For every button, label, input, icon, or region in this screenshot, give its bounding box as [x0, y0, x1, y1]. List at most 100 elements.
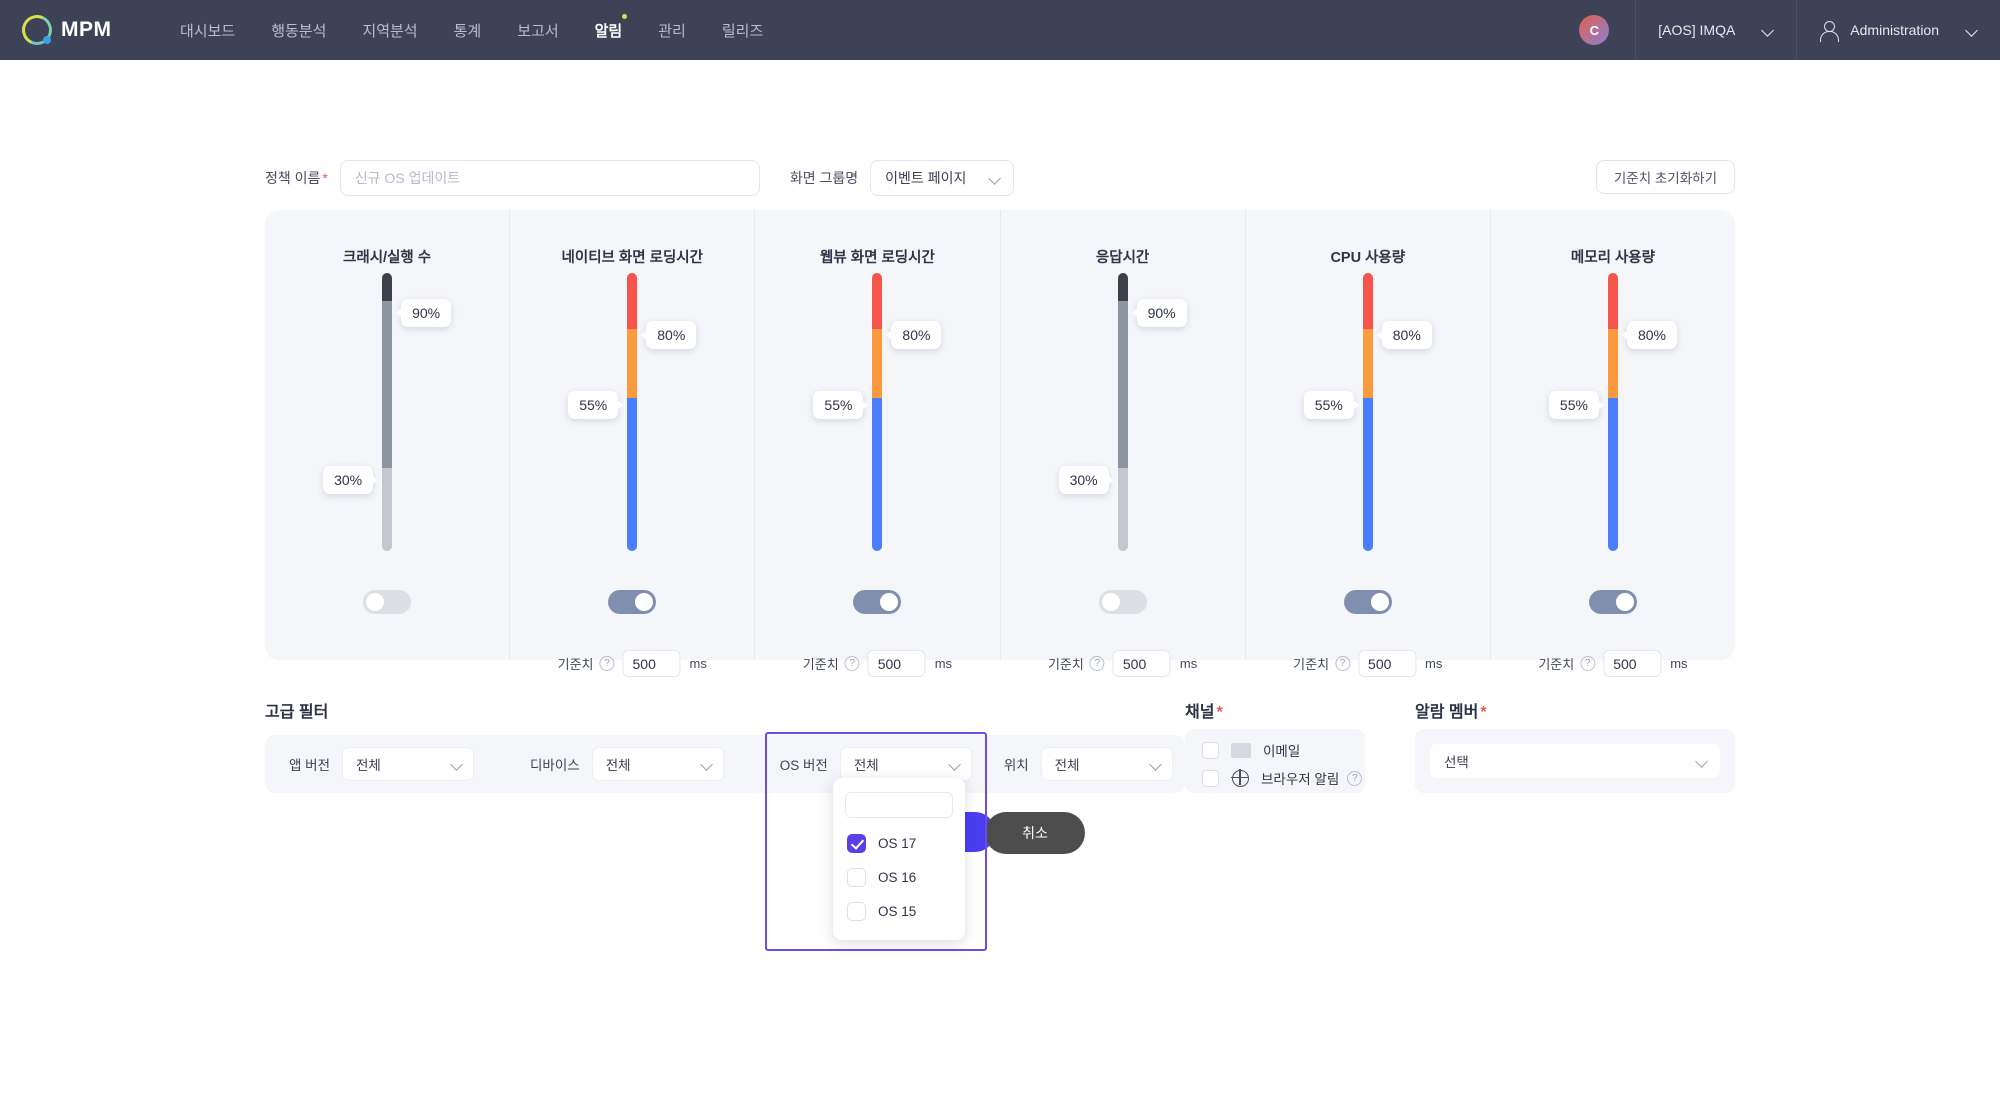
metric-slider[interactable]	[1117, 273, 1128, 551]
checkbox-icon[interactable]	[847, 867, 866, 887]
threshold-input[interactable]	[1603, 650, 1662, 677]
threshold-unit: ms	[1179, 656, 1198, 671]
metric-toggle[interactable]	[1098, 590, 1147, 614]
slider-lower-value[interactable]: 30%	[1058, 466, 1114, 494]
metric-slider[interactable]	[1607, 273, 1618, 551]
metric-slider[interactable]	[627, 273, 638, 551]
os-version-select[interactable]: 전체	[839, 747, 972, 781]
slider-lower-value[interactable]: 55%	[568, 391, 624, 419]
device-value: 전체	[605, 758, 631, 773]
policy-name-input[interactable]	[339, 160, 760, 196]
metric-slider[interactable]	[872, 273, 883, 551]
slider-upper-value[interactable]: 80%	[1621, 321, 1677, 349]
os-version-option-os16[interactable]: OS 16	[833, 860, 965, 894]
question-mark-icon[interactable]: ?	[1335, 656, 1351, 671]
threshold-input[interactable]	[1358, 650, 1417, 677]
alarm-member-select[interactable]: 선택	[1430, 744, 1720, 778]
top-navigation-bar: MPM 대시보드 행동분석 지역분석 통계 보고서 알림 관리 릴리즈 C [A…	[0, 0, 2000, 60]
slider-lower-value[interactable]: 55%	[1548, 391, 1604, 419]
nav-item-dashboard[interactable]: 대시보드	[162, 12, 253, 49]
nav-item-behavior-analysis[interactable]: 행동분석	[253, 12, 344, 49]
slider-lower-value[interactable]: 30%	[323, 466, 379, 494]
os-version-search-input[interactable]	[845, 792, 953, 818]
brand-logo-group[interactable]: MPM	[17, 10, 132, 50]
checkbox-icon[interactable]	[1202, 741, 1219, 759]
slider-upper-value[interactable]: 90%	[396, 299, 452, 327]
os-version-option-os17[interactable]: OS 17	[833, 826, 965, 860]
cancel-button[interactable]: 취소	[985, 812, 1085, 854]
threshold-label: 기준치	[1538, 657, 1575, 672]
location-select[interactable]: 전체	[1040, 747, 1173, 781]
slider-upper-value[interactable]: 80%	[1376, 321, 1432, 349]
avatar[interactable]: C	[1579, 15, 1610, 45]
alarm-member-group: 선택	[1415, 729, 1735, 793]
option-label: OS 16	[878, 869, 917, 885]
device-select[interactable]: 전체	[591, 747, 724, 781]
metric-toggle[interactable]	[853, 590, 902, 614]
required-mark: *	[1480, 704, 1487, 721]
policy-name-label: 정책 이름 *	[265, 170, 328, 186]
nav-item-alarm[interactable]: 알림	[577, 12, 641, 49]
user-menu[interactable]: Administration	[1796, 0, 2000, 60]
alarm-member-title: 알람 멤버 *	[1415, 704, 1487, 721]
app-version-select[interactable]: 전체	[342, 747, 475, 781]
channel-option-email[interactable]: 이메일	[1202, 739, 1365, 761]
checkbox-icon[interactable]	[847, 901, 866, 921]
slider-segment-high	[627, 273, 638, 329]
mail-icon	[1231, 742, 1251, 758]
nav-item-statistics[interactable]: 통계	[436, 12, 500, 49]
toggle-knob	[1370, 593, 1389, 611]
screen-group-select[interactable]: 이벤트 페이지	[870, 160, 1015, 196]
slider-lower-value[interactable]: 55%	[813, 391, 869, 419]
threshold-label: 기준치	[1293, 657, 1330, 672]
nav-item-management[interactable]: 관리	[640, 12, 704, 49]
chevron-down-icon	[1151, 759, 1162, 770]
metric-toggle[interactable]	[608, 590, 657, 614]
metric-slider[interactable]	[1362, 273, 1373, 551]
nav-item-region-analysis[interactable]: 지역분석	[344, 12, 435, 49]
slider-segment-low	[872, 398, 883, 551]
filter-group-app-version: 앱 버전 전체	[265, 747, 475, 781]
slider-segment-mid	[382, 300, 393, 468]
reset-threshold-button[interactable]: 기준치 초기화하기	[1595, 160, 1735, 194]
nav-item-report[interactable]: 보고서	[499, 12, 576, 49]
channel-title: 채널 *	[1185, 704, 1223, 721]
metric-toggle[interactable]	[1343, 590, 1392, 614]
nav-item-release[interactable]: 릴리즈	[704, 12, 781, 49]
question-mark-icon[interactable]: ?	[1347, 770, 1363, 786]
threshold-input[interactable]	[867, 650, 926, 677]
question-mark-icon[interactable]: ?	[1580, 656, 1596, 671]
checkbox-checked-icon[interactable]	[847, 833, 866, 853]
mpm-logo-icon	[17, 10, 57, 50]
advanced-filter-title: 고급 필터	[265, 704, 329, 721]
slider-segment-low	[627, 398, 638, 551]
metric-toggle[interactable]	[1588, 590, 1637, 614]
slider-upper-value[interactable]: 80%	[641, 321, 697, 349]
alarm-member-value: 선택	[1444, 755, 1469, 770]
slider-segment-mid	[627, 328, 638, 399]
threshold-input[interactable]	[1112, 650, 1171, 677]
threshold-input[interactable]	[622, 650, 681, 677]
question-mark-icon[interactable]: ?	[599, 656, 615, 671]
metric-slider[interactable]	[382, 273, 393, 551]
question-mark-icon[interactable]: ?	[844, 656, 860, 671]
app-version-value: 전체	[356, 758, 381, 773]
threshold-row: 기준치 ? ms	[558, 650, 707, 677]
metric-title: 크래시/실행 수	[343, 250, 432, 266]
slider-upper-value[interactable]: 90%	[1131, 299, 1187, 327]
slider-segment-mid	[872, 328, 883, 399]
project-selector[interactable]: [AOS] IMQA	[1635, 0, 1796, 60]
metric-toggle[interactable]	[363, 590, 412, 614]
slider-segment-low	[382, 467, 393, 551]
option-label: OS 17	[878, 835, 917, 851]
os-version-option-os15[interactable]: OS 15	[833, 894, 965, 928]
toggle-knob	[880, 593, 899, 611]
channel-option-browser-alarm[interactable]: 브라우저 알림 ?	[1202, 767, 1365, 789]
threshold-label: 기준치	[1047, 657, 1084, 672]
project-selector-label: [AOS] IMQA	[1658, 22, 1736, 38]
slider-segment-mid	[1362, 328, 1373, 399]
slider-lower-value[interactable]: 55%	[1303, 391, 1359, 419]
question-mark-icon[interactable]: ?	[1089, 656, 1105, 671]
slider-upper-value[interactable]: 80%	[886, 321, 942, 349]
checkbox-icon[interactable]	[1202, 769, 1219, 787]
